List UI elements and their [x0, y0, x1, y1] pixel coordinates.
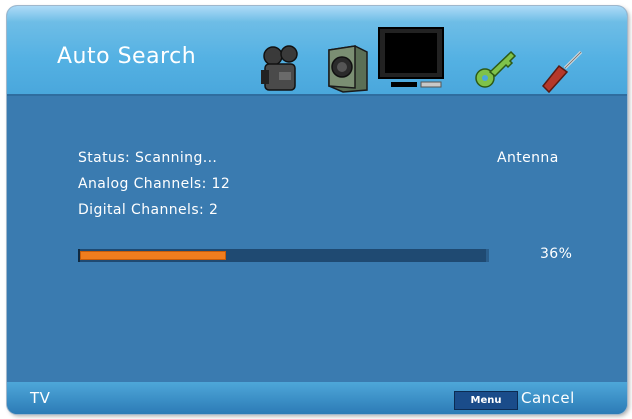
speaker-icon[interactable] [325, 44, 371, 94]
scan-status: Status: Scanning... [78, 150, 218, 166]
menu-key-button[interactable]: Menu [454, 391, 518, 410]
camera-icon[interactable] [259, 44, 305, 96]
screwdriver-icon[interactable] [539, 48, 585, 94]
scan-content: Status: Scanning... Antenna Analog Chann… [7, 96, 627, 382]
dialog-header: Auto Search [7, 6, 627, 96]
auto-search-dialog: Auto Search Status: Scanning... Antenna … [7, 6, 627, 414]
tv-icon[interactable] [377, 26, 445, 96]
signal-source: Antenna [497, 150, 559, 166]
dialog-footer: TV Menu Cancel [7, 382, 627, 414]
digital-channel-count: Digital Channels: 2 [78, 202, 219, 218]
input-source-label: TV [30, 389, 51, 407]
key-icon[interactable] [473, 46, 519, 92]
page-title: Auto Search [57, 44, 197, 69]
progress-bar-end [486, 249, 489, 262]
scan-progress-fill [80, 251, 226, 260]
scan-progress-percent: 36% [540, 246, 573, 262]
analog-channel-count: Analog Channels: 12 [78, 176, 231, 192]
scan-progress-bar [78, 249, 489, 262]
cancel-label[interactable]: Cancel [521, 389, 575, 407]
screen-frame: Auto Search Status: Scanning... Antenna … [0, 0, 632, 419]
